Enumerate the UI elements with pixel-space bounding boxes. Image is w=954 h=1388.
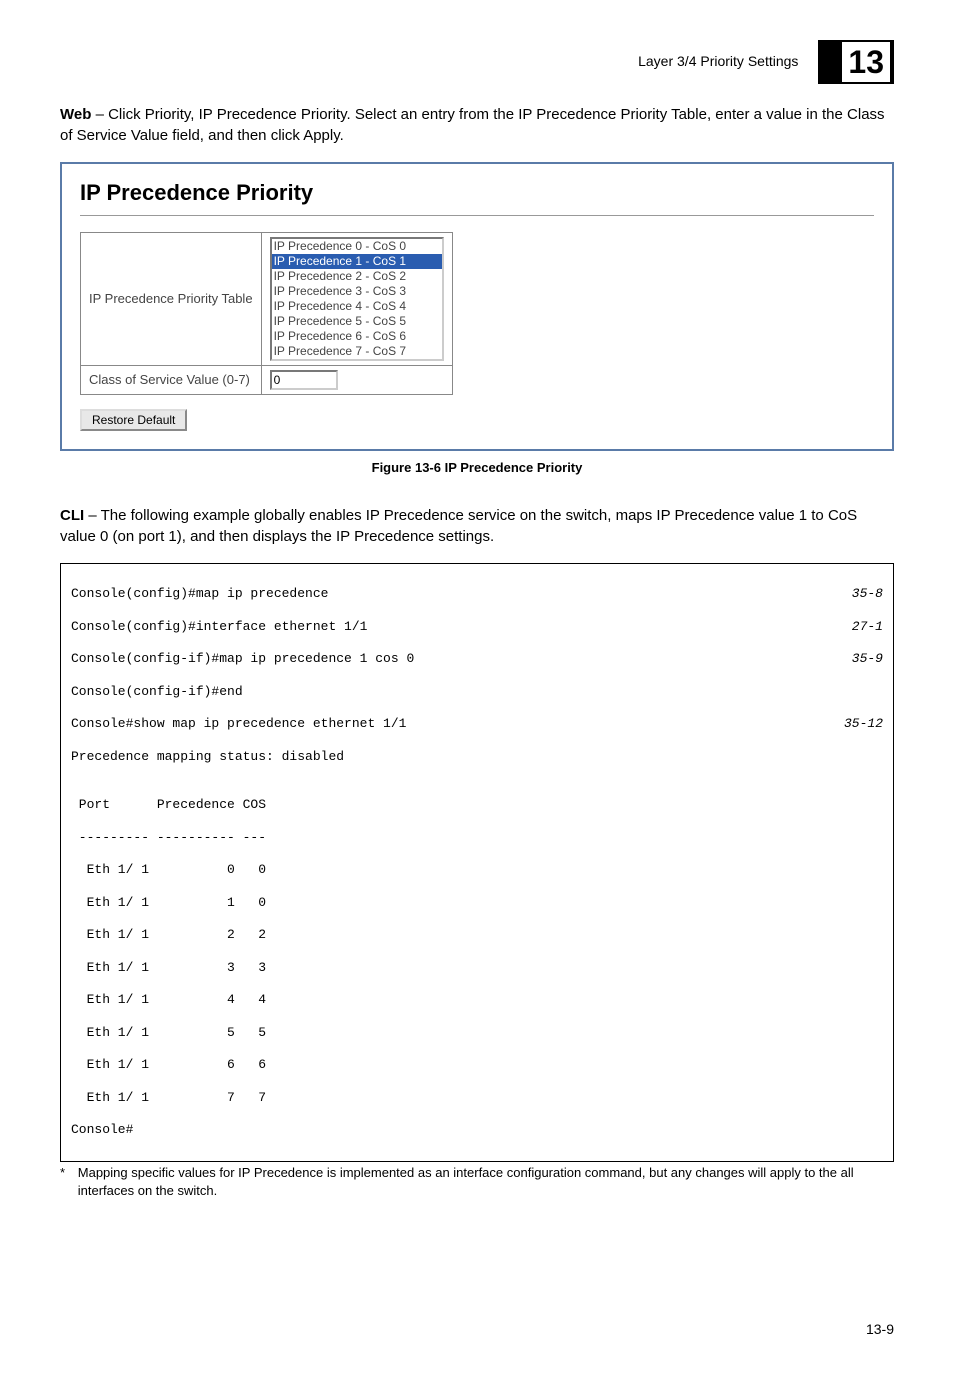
chapter-badge-decor — [820, 42, 842, 82]
chapter-badge: 13 — [818, 40, 894, 84]
ip-precedence-listbox[interactable]: IP Precedence 0 - CoS 0 IP Precedence 1 … — [270, 237, 444, 361]
list-item[interactable]: IP Precedence 6 - CoS 6 — [272, 329, 442, 344]
page-number: 13-9 — [60, 1320, 894, 1340]
footnote-marker: * — [60, 1164, 78, 1200]
cli-intro-paragraph: CLI – The following example globally ena… — [60, 505, 894, 547]
cli-output-box: Console(config)#map ip precedence 35-8 Co… — [60, 563, 894, 1162]
cli-line: Console(config-if)#end — [71, 684, 883, 700]
priority-table-row: IP Precedence Priority Table IP Preceden… — [81, 232, 453, 365]
cos-value-input[interactable] — [270, 370, 338, 390]
cli-line: Eth 1/ 1 6 6 — [71, 1057, 883, 1073]
cli-line: Console(config)#map ip precedence — [71, 586, 328, 602]
priority-table-cell: IP Precedence 0 - CoS 0 IP Precedence 1 … — [261, 232, 452, 365]
list-item[interactable]: IP Precedence 4 - CoS 4 — [272, 299, 442, 314]
list-item[interactable]: IP Precedence 1 - CoS 1 — [272, 254, 442, 269]
cli-line: Console#show map ip precedence ethernet … — [71, 716, 406, 732]
web-label: Web — [60, 106, 91, 123]
cli-ref: 35-12 — [844, 716, 883, 732]
cli-intro-text: – The following example globally enables… — [60, 507, 857, 545]
list-item[interactable]: IP Precedence 3 - CoS 3 — [272, 284, 442, 299]
cli-line: --------- ---------- --- — [71, 830, 883, 846]
web-intro-text: – Click Priority, IP Precedence Priority… — [60, 106, 885, 144]
priority-table-label: IP Precedence Priority Table — [81, 232, 262, 365]
section-title: Layer 3/4 Priority Settings — [638, 52, 798, 72]
list-item[interactable]: IP Precedence 2 - CoS 2 — [272, 269, 442, 284]
cli-ref: 35-9 — [852, 651, 883, 667]
page-header: Layer 3/4 Priority Settings 13 — [60, 40, 894, 84]
cos-value-row: Class of Service Value (0-7) — [81, 365, 453, 394]
cli-line: Eth 1/ 1 3 3 — [71, 960, 883, 976]
web-intro-paragraph: Web – Click Priority, IP Precedence Prio… — [60, 104, 894, 146]
restore-default-button[interactable]: Restore Default — [80, 409, 187, 431]
cli-line: Console(config-if)#map ip precedence 1 c… — [71, 651, 414, 667]
cli-line: Console# — [71, 1122, 883, 1138]
list-item[interactable]: IP Precedence 7 - CoS 7 — [272, 344, 442, 359]
ip-precedence-panel: IP Precedence Priority IP Precedence Pri… — [60, 162, 894, 451]
cos-value-cell — [261, 365, 452, 394]
cli-line: Precedence mapping status: disabled — [71, 749, 883, 765]
cli-ref: 27-1 — [852, 619, 883, 635]
cli-line: Eth 1/ 1 1 0 — [71, 895, 883, 911]
chapter-number: 13 — [842, 42, 890, 82]
footnote: * Mapping specific values for IP Precede… — [60, 1164, 894, 1200]
footnote-text: Mapping specific values for IP Precedenc… — [78, 1164, 894, 1200]
cli-line: Eth 1/ 1 5 5 — [71, 1025, 883, 1041]
figure-caption: Figure 13-6 IP Precedence Priority — [60, 459, 894, 477]
cli-line: Console(config)#interface ethernet 1/1 — [71, 619, 367, 635]
cli-line: Eth 1/ 1 0 0 — [71, 862, 883, 878]
cli-line: Eth 1/ 1 7 7 — [71, 1090, 883, 1106]
panel-divider — [80, 215, 874, 216]
cli-line: Eth 1/ 1 2 2 — [71, 927, 883, 943]
cli-line: Port Precedence COS — [71, 797, 883, 813]
cli-line: Eth 1/ 1 4 4 — [71, 992, 883, 1008]
list-item[interactable]: IP Precedence 0 - CoS 0 — [272, 239, 442, 254]
cli-ref: 35-8 — [852, 586, 883, 602]
cli-label: CLI — [60, 507, 84, 524]
list-item[interactable]: IP Precedence 5 - CoS 5 — [272, 314, 442, 329]
form-table: IP Precedence Priority Table IP Preceden… — [80, 232, 453, 395]
panel-title: IP Precedence Priority — [80, 178, 874, 209]
cos-value-label: Class of Service Value (0-7) — [81, 365, 262, 394]
